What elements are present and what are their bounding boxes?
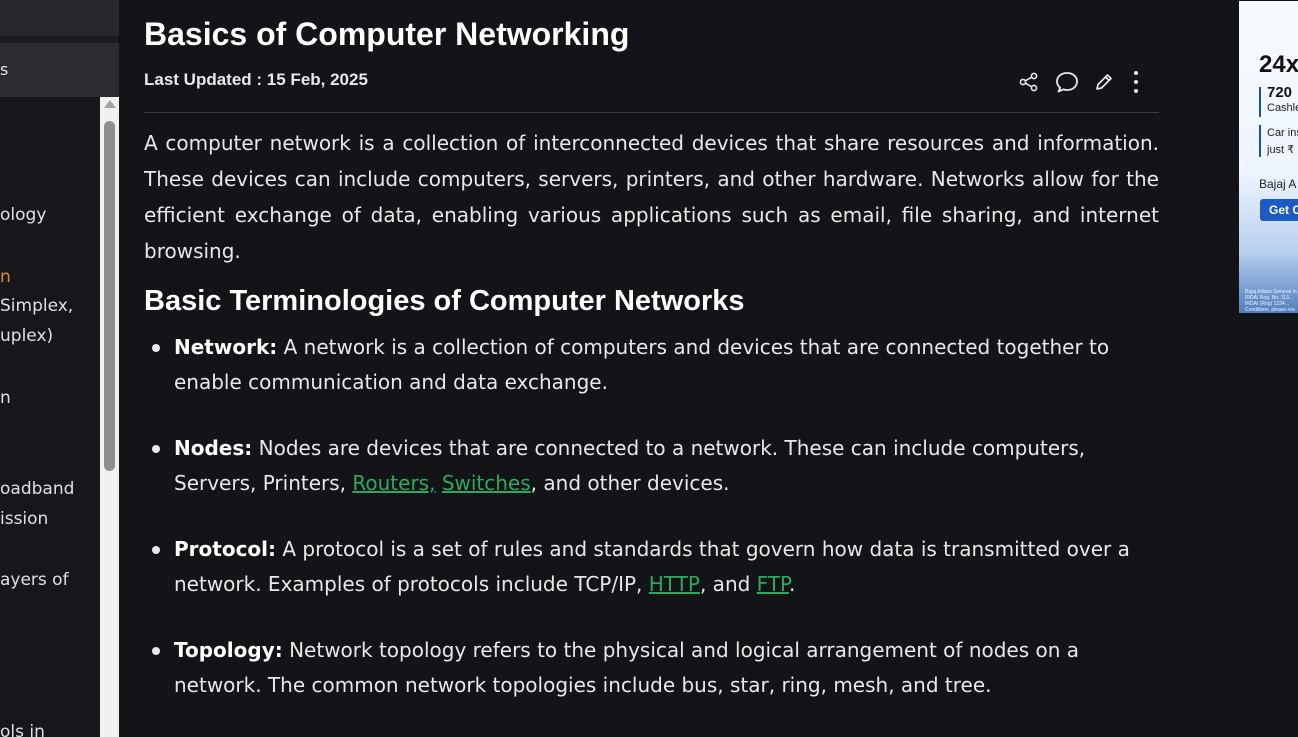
sidebar-item[interactable]: uplex) [0,321,100,351]
advertisement-banner[interactable]: 24x 720 Cashle Car ins just ₹ Bajaj A Ge… [1239,1,1298,313]
more-options-icon[interactable] [1123,68,1149,96]
scrollbar-thumb[interactable] [104,121,115,471]
term-separator: , and [699,572,757,596]
last-updated: Last Updated : 15 Feb, 2025 [144,70,368,90]
sidebar-item-active[interactable]: n [0,262,100,292]
article-actions [1016,68,1146,96]
http-link[interactable]: HTTP [649,572,700,596]
ad-accent-bar [1259,125,1261,157]
last-updated-date: 15 Feb, 2025 [266,70,368,89]
sidebar-header-bar [0,0,119,36]
term-description: A network is a collection of computers a… [174,335,1110,394]
term-name: Network: [174,335,278,359]
intro-paragraph: A computer network is a collection of in… [144,131,1159,263]
ad-fine-print: Bajaj Allianz General In IRDAI Reg. No. … [1245,289,1297,313]
ftp-link[interactable]: FTP [757,572,789,596]
term-name: Protocol: [174,537,277,561]
ad-line: Cashle [1267,102,1298,114]
page-title: Basics of Computer Networking [144,16,630,52]
edit-icon[interactable] [1091,68,1117,96]
header-divider [144,112,1159,113]
comment-icon[interactable] [1054,68,1080,96]
routers-link[interactable]: Routers, [352,471,435,495]
last-updated-label: Last Updated : [144,70,267,89]
sidebar-item[interactable]: ology [0,200,100,230]
ad-headline: 24x [1259,51,1298,78]
ad-line: just ₹ [1267,144,1295,156]
article: Basics of Computer Networking Last Updat… [144,0,1159,737]
scroll-up-arrow-icon[interactable] [104,100,116,108]
sidebar-item[interactable]: Simplex, [0,291,100,321]
list-item: Protocol: A protocol is a set of rules a… [144,532,1159,602]
section-heading: Basic Terminologies of Computer Networks [144,285,745,317]
sidebar-item[interactable]: oadband [0,474,100,504]
sidebar-item[interactable]: ission [0,504,100,534]
share-icon[interactable] [1016,68,1042,96]
ad-amount: 720 [1267,84,1293,101]
sidebar-topic-list: ology n Simplex, uplex) n oadband ission… [0,97,100,737]
term-name: Nodes: [174,436,253,460]
ad-line: Car ins [1267,127,1298,139]
term-description: Network topology refers to the physical … [174,638,1080,697]
term-name: Topology: [174,638,283,662]
term-description-end: , and other devices. [530,471,730,495]
sidebar-item[interactable]: ayers of [0,565,100,595]
term-description-end: . [789,572,796,596]
ad-cta-button[interactable]: Get C [1260,199,1298,221]
list-item: Network: A network is a collection of co… [144,330,1159,400]
sidebar-item[interactable]: ols in [0,717,100,737]
sidebar-tab[interactable]: s [0,43,119,97]
left-sidebar: s ology n Simplex, uplex) n oadband issi… [0,0,119,737]
list-item: Topology: Network topology refers to the… [144,633,1159,703]
switches-link[interactable]: Switches [442,471,531,495]
list-item: Nodes: Nodes are devices that are connec… [144,431,1159,501]
ad-brand: Bajaj A [1259,177,1297,191]
sidebar-item[interactable]: n [0,383,100,413]
ad-accent-bar [1259,87,1261,117]
